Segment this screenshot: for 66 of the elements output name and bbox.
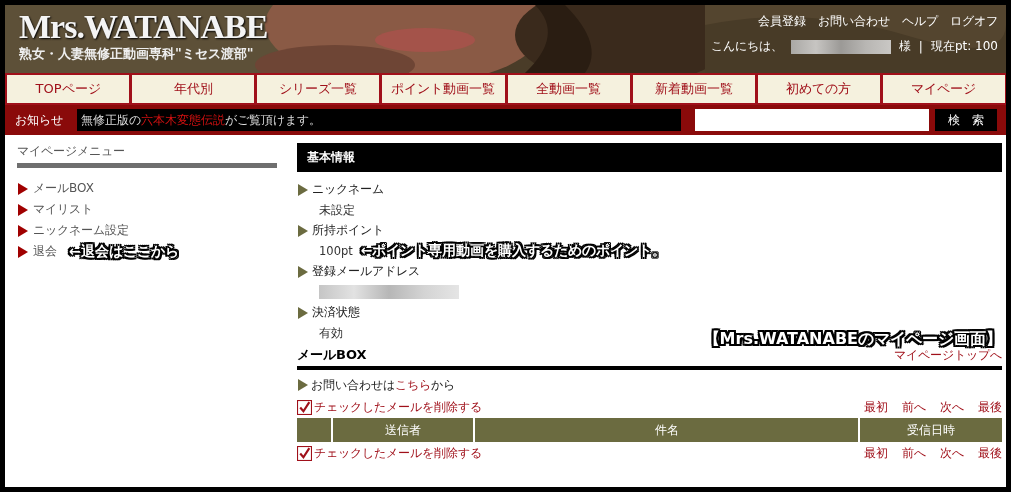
notice-label: お知らせ: [14, 111, 64, 129]
contact-link[interactable]: こちら: [395, 377, 431, 392]
triangle-bullet-icon: [17, 245, 29, 258]
notice-text: 無修正版の六本木変態伝説がご覧頂けます。: [77, 109, 681, 131]
triangle-bullet-icon: [297, 379, 309, 391]
triangle-bullet-icon: [17, 203, 29, 216]
sidebar-link[interactable]: メールBOX: [33, 180, 94, 197]
section-header: 基本情報: [297, 143, 1002, 172]
nav-tab[interactable]: ポイント動画一覧: [380, 73, 506, 105]
info-value: 有効: [319, 325, 343, 341]
nav-tab[interactable]: 初めての方: [755, 73, 881, 105]
table-header-cell: [297, 418, 331, 442]
table-header-cell: 送信者: [333, 418, 473, 442]
info-label: 決済状態: [312, 304, 360, 321]
pager-link[interactable]: 最初: [864, 444, 888, 462]
triangle-bullet-icon: [297, 265, 309, 278]
header-link[interactable]: ログオフ: [950, 13, 998, 30]
info-value: 100pt: [319, 244, 353, 258]
pager-link[interactable]: 前へ: [902, 444, 926, 462]
sidebar-link[interactable]: 退会: [33, 243, 57, 260]
delete-checked-link[interactable]: チェックしたメールを削除する: [314, 398, 482, 416]
triangle-bullet-icon: [17, 182, 29, 195]
pager-link[interactable]: 前へ: [902, 398, 926, 416]
pager-link[interactable]: 最後: [978, 398, 1002, 416]
pager-link[interactable]: 次へ: [940, 444, 964, 462]
header-link[interactable]: 会員登録: [758, 13, 806, 30]
separator-text: |: [918, 39, 923, 54]
site-tagline: 熟女・人妻無修正動画専科"ミセス渡部": [19, 45, 255, 63]
checkbox-tick-icon: [297, 445, 312, 461]
info-label: 登録メールアドレス: [312, 263, 420, 280]
header-link[interactable]: ヘルプ: [902, 13, 938, 30]
nav-tab[interactable]: シリーズ一覧: [255, 73, 381, 105]
nav-tab[interactable]: 新着動画一覧: [630, 73, 756, 105]
greeting-text: こんにちは、: [710, 38, 783, 55]
nav-tab[interactable]: マイページ: [880, 73, 1006, 105]
site-logo[interactable]: Mrs.WATANABE: [19, 9, 268, 45]
caption-text: 【Mrs.WATANABEのマイページ画面】: [703, 329, 1002, 349]
annotation-text: ←退会はここから: [69, 242, 179, 261]
nav-tab[interactable]: 年代別: [130, 73, 256, 105]
search-field[interactable]: [695, 109, 929, 131]
checkbox-tick-icon: [297, 399, 312, 415]
info-label: 所持ポイント: [312, 222, 384, 239]
nav-tab[interactable]: TOPページ: [5, 73, 131, 105]
nav-tab[interactable]: 全動画一覧: [505, 73, 631, 105]
pager-link[interactable]: 最初: [864, 398, 888, 416]
triangle-bullet-icon: [297, 306, 309, 319]
search-button[interactable]: 検 索: [935, 109, 997, 131]
header-link[interactable]: お問い合わせ: [818, 13, 890, 30]
triangle-bullet-icon: [17, 224, 29, 237]
info-value: 未設定: [319, 202, 355, 218]
annotation-text: ←ポイント専用動画を購入するためのポイント。: [360, 242, 667, 260]
contact-text: お問い合わせはこちらから: [311, 376, 455, 394]
info-label: ニックネーム: [312, 181, 384, 198]
table-header-cell: 受信日時: [860, 418, 1002, 442]
sidebar-title: マイページメニュー: [17, 143, 277, 168]
sidebar-link[interactable]: ニックネーム設定: [33, 222, 129, 239]
section-title: メールBOX: [297, 346, 367, 364]
triangle-bullet-icon: [297, 224, 309, 237]
pager-link[interactable]: 最後: [978, 444, 1002, 462]
sidebar-link[interactable]: マイリスト: [33, 201, 93, 218]
triangle-bullet-icon: [297, 183, 309, 196]
delete-checked-link[interactable]: チェックしたメールを削除する: [314, 444, 482, 462]
honorific-text: 様: [898, 38, 911, 55]
points-text: 現在pt: 100: [930, 38, 998, 55]
pager-link[interactable]: 次へ: [940, 398, 964, 416]
table-header-cell: 件名: [475, 418, 858, 442]
